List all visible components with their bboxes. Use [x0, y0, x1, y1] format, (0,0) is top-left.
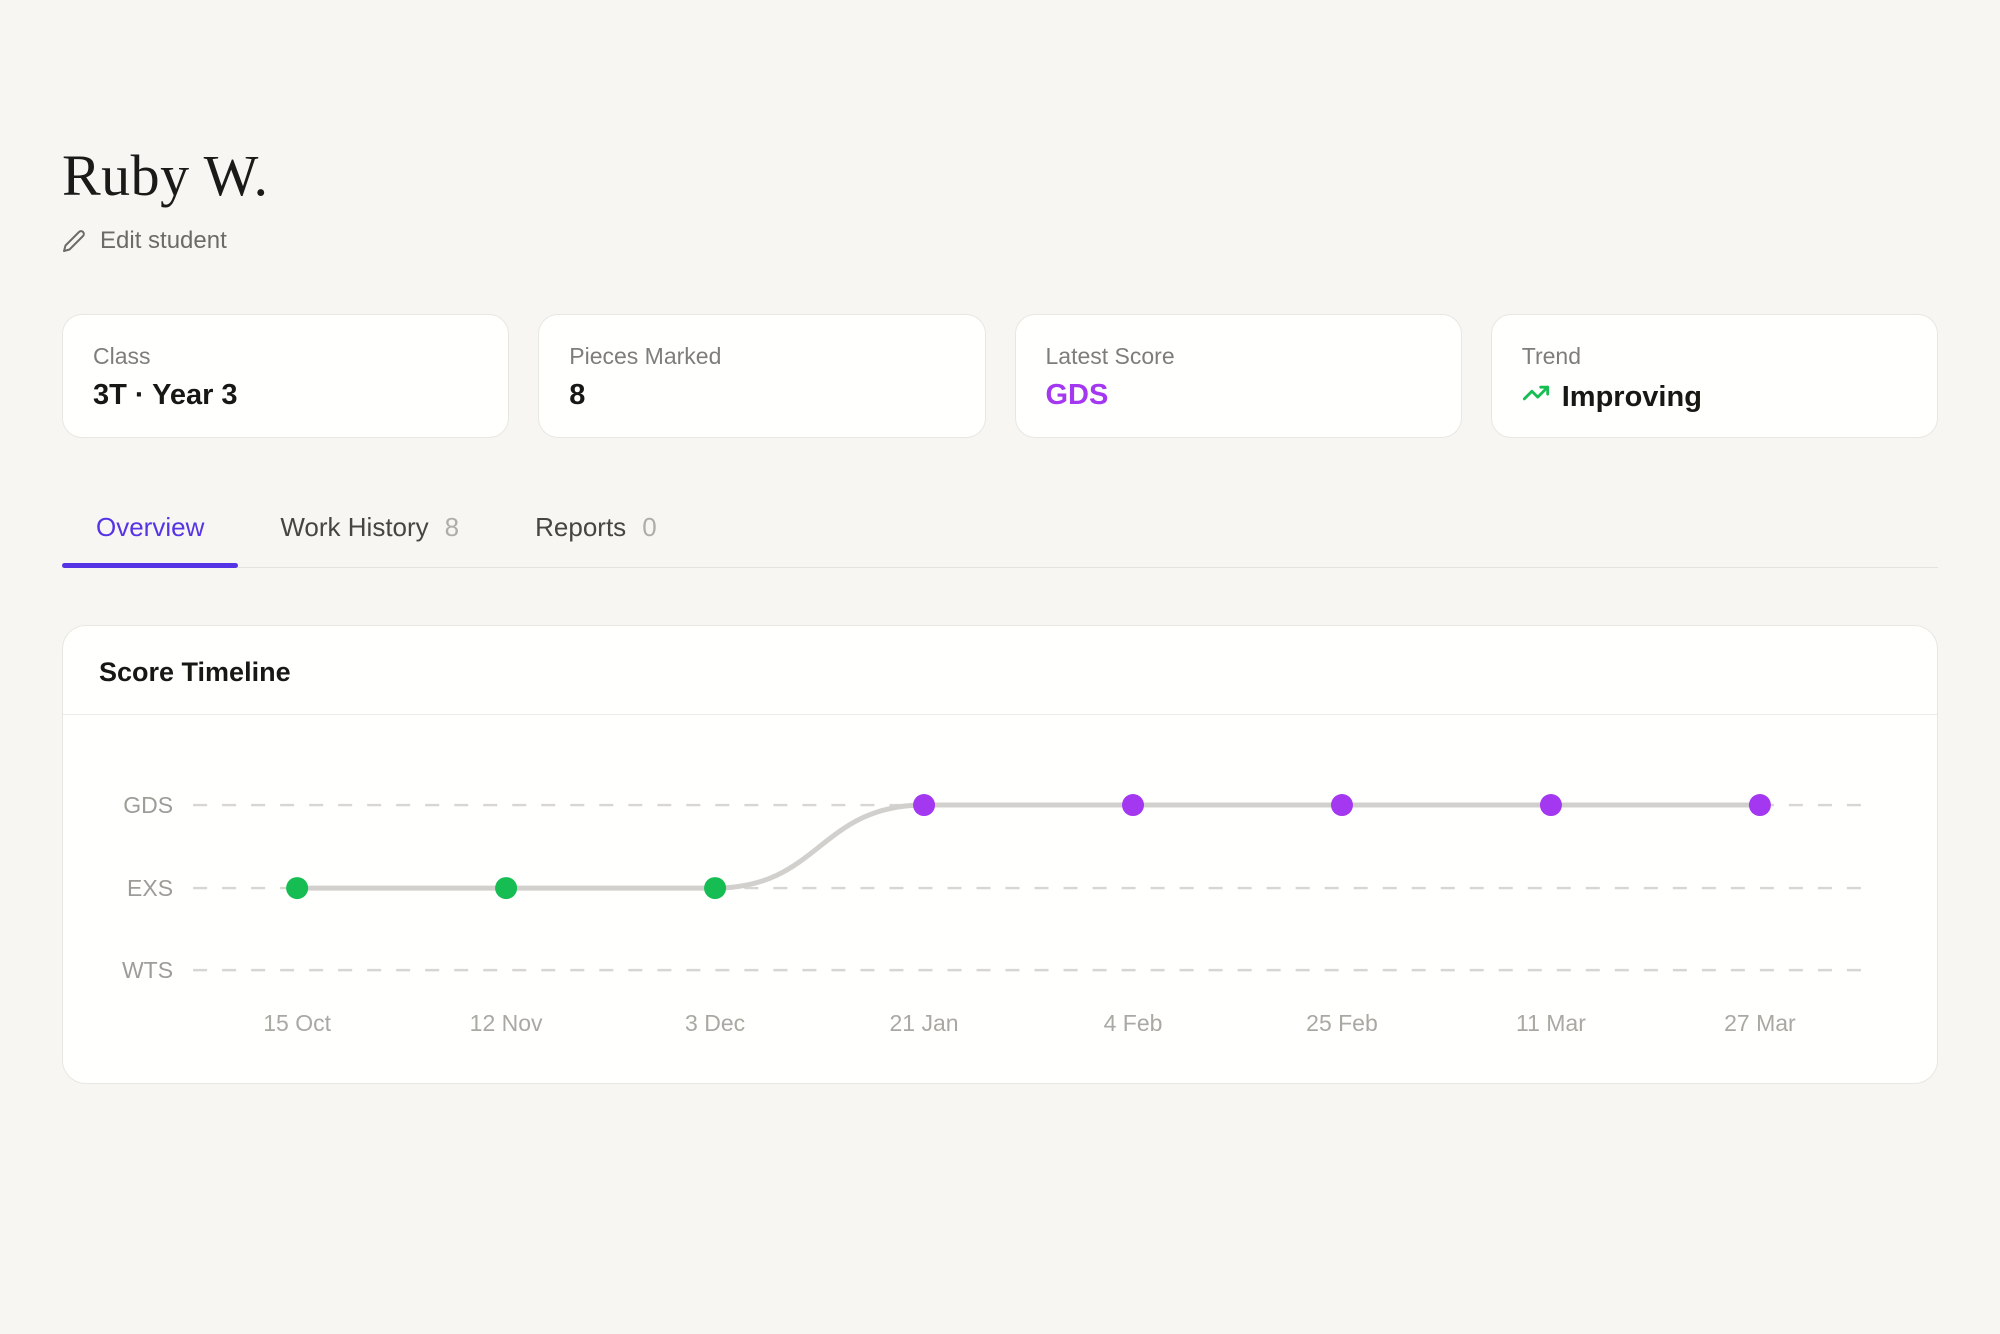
x-tick-25-feb: 25 Feb: [1306, 1010, 1378, 1036]
x-tick-12-nov: 12 Nov: [470, 1010, 543, 1036]
student-page: Ruby W. Edit student Class 3T · Year 3 P…: [0, 0, 2000, 1084]
x-tick-11-mar: 11 Mar: [1516, 1010, 1586, 1036]
score-timeline-svg: GDS EXS WTS 15 Oct 12 Nov 3 Dec 21 Jan 4 Feb 25 …: [63, 715, 1937, 1083]
data-point-15-oct: [286, 877, 308, 899]
tab-label: Overview: [96, 512, 204, 543]
stat-label: Pieces Marked: [569, 343, 954, 370]
stat-card-class: Class 3T · Year 3: [62, 314, 509, 438]
stat-card-pieces-marked: Pieces Marked 8: [538, 314, 985, 438]
score-line: [297, 805, 1760, 888]
data-point-25-feb: [1331, 794, 1353, 816]
tab-label: Reports: [535, 512, 626, 543]
score-timeline-card: Score Timeline GDS EXS WTS 15 Oct 12 Nov 3 De…: [62, 625, 1938, 1084]
stat-label: Latest Score: [1046, 343, 1431, 370]
data-point-21-jan: [913, 794, 935, 816]
data-point-11-mar: [1540, 794, 1562, 816]
tab-work-history[interactable]: Work History 8: [246, 512, 493, 567]
stat-label: Class: [93, 343, 478, 370]
data-point-27-mar: [1749, 794, 1771, 816]
tab-count-badge: 8: [445, 512, 459, 543]
y-tick-wts: WTS: [122, 957, 173, 983]
pencil-icon: [62, 229, 86, 253]
stat-cards: Class 3T · Year 3 Pieces Marked 8 Latest…: [62, 314, 1938, 438]
x-tick-21-jan: 21 Jan: [890, 1010, 959, 1036]
x-tick-4-feb: 4 Feb: [1104, 1010, 1163, 1036]
data-point-4-feb: [1122, 794, 1144, 816]
stat-card-trend: Trend Improving: [1491, 314, 1938, 438]
edit-student-label: Edit student: [100, 227, 227, 255]
y-tick-exs: EXS: [127, 875, 173, 901]
stat-card-latest-score: Latest Score GDS: [1015, 314, 1462, 438]
tab-bar: Overview Work History 8 Reports 0: [62, 512, 1938, 568]
tab-label: Work History: [280, 512, 428, 543]
tab-count-badge: 0: [642, 512, 656, 543]
score-timeline-chart: GDS EXS WTS 15 Oct 12 Nov 3 Dec 21 Jan 4 Feb 25 …: [63, 715, 1937, 1083]
y-tick-gds: GDS: [123, 792, 173, 818]
data-point-12-nov: [495, 877, 517, 899]
trending-up-icon: [1522, 379, 1550, 415]
x-tick-3-dec: 3 Dec: [685, 1010, 745, 1036]
stat-value: 8: [569, 379, 954, 412]
x-tick-15-oct: 15 Oct: [263, 1010, 331, 1036]
stat-label: Trend: [1522, 343, 1907, 370]
stat-value-latest-score: GDS: [1046, 379, 1431, 412]
page-title: Ruby W.: [62, 142, 1938, 209]
x-tick-27-mar: 27 Mar: [1724, 1010, 1796, 1036]
data-point-3-dec: [704, 877, 726, 899]
tab-reports[interactable]: Reports 0: [501, 512, 691, 567]
score-timeline-title: Score Timeline: [63, 626, 1937, 715]
stat-value-trend: Improving: [1562, 381, 1702, 414]
edit-student-button[interactable]: Edit student: [62, 227, 227, 255]
tab-overview[interactable]: Overview: [62, 512, 238, 567]
stat-value: 3T · Year 3: [93, 379, 478, 412]
